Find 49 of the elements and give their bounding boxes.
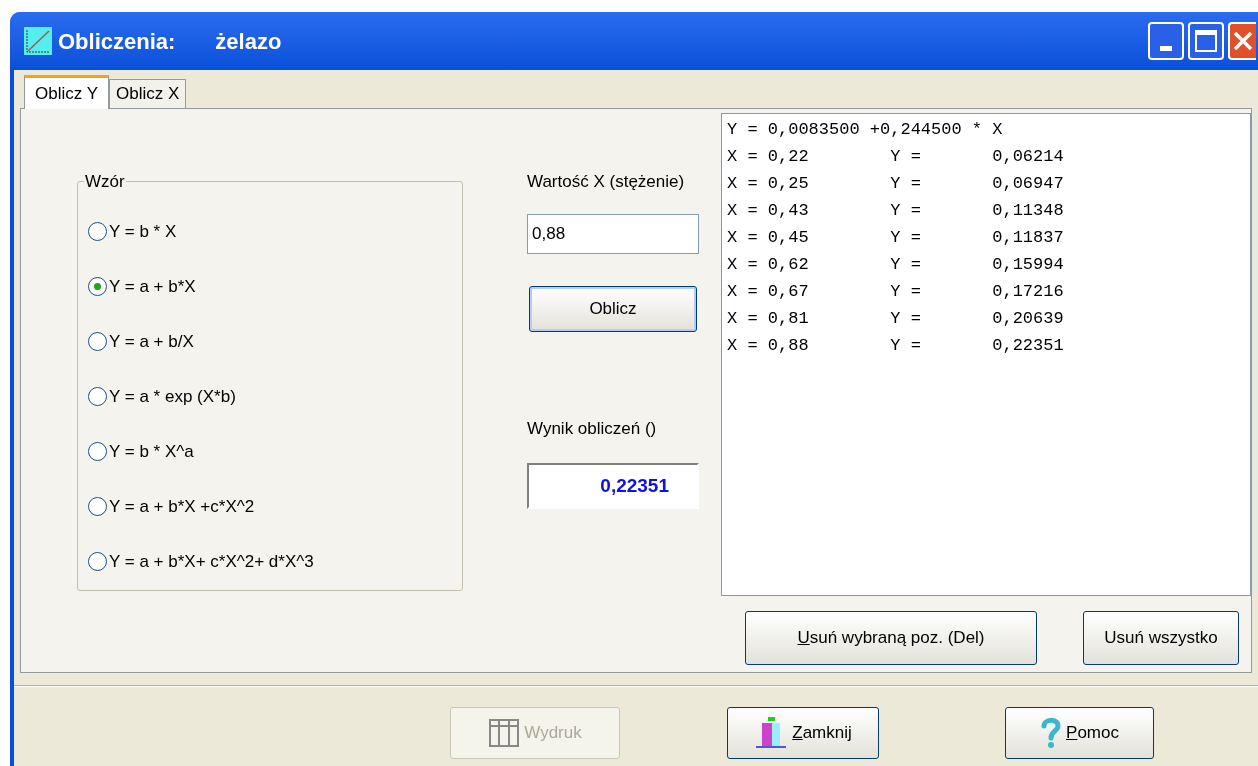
- list-item[interactable]: X = 0,62 Y = 0,15994: [727, 251, 1250, 278]
- list-item[interactable]: X = 0,25 Y = 0,06947: [727, 170, 1250, 197]
- tab[interactable]: Oblicz Y: [24, 75, 109, 109]
- window-title: Obliczenia:: [58, 27, 176, 56]
- results-list[interactable]: Y = 0,0083500 +0,244500 * X X = 0,22 Y = 0,06214 X = 0,25 Y = 0,06947 X = 0,43 Y = 0,11348 X = 0,45 Y = 0,11837 X = 0,62 Y = 0,15994 X = 0,67 Y = 0,17216 X = 0,81 Y = 0,20639 X = 0,88 Y = 0,22351: [721, 113, 1251, 596]
- footer-button: Wydruk: [450, 707, 620, 759]
- footer-button[interactable]: Zamknij: [727, 707, 879, 759]
- delete-button[interactable]: Usuń wybraną poz. (Del): [745, 611, 1037, 665]
- result-field: 0,22351: [527, 463, 699, 509]
- radio-button[interactable]: [88, 442, 107, 461]
- radio-option[interactable]: Y = a + b*X +c*X^2: [88, 493, 452, 520]
- minimize-button[interactable]: [1148, 22, 1184, 60]
- radio-option[interactable]: Y = b * X^a: [88, 438, 452, 465]
- close-button[interactable]: [1228, 22, 1256, 60]
- list-item[interactable]: X = 0,67 Y = 0,17216: [727, 278, 1250, 305]
- group-title: Wzór: [84, 171, 126, 193]
- calculate-button[interactable]: Oblicz: [529, 285, 697, 332]
- radio-button[interactable]: [88, 497, 107, 516]
- footer-button[interactable]: Pomoc: [1005, 707, 1154, 759]
- list-item[interactable]: Y = 0,0083500 +0,244500 * X: [727, 116, 1250, 143]
- radio-option[interactable]: Y = b * X: [88, 218, 452, 245]
- list-item[interactable]: X = 0,45 Y = 0,11837: [727, 224, 1250, 251]
- radio-button[interactable]: [88, 332, 107, 351]
- x-value-field[interactable]: 0,88: [527, 213, 699, 254]
- result-label: Wynik obliczeń (): [527, 417, 657, 440]
- radio-option[interactable]: Y = a * exp (X*b): [88, 383, 452, 410]
- radio-option[interactable]: Y = a + b*X: [88, 273, 452, 300]
- table-icon: [488, 717, 521, 749]
- radio-option[interactable]: Y = a + b*X+ c*X^2+ d*X^3: [88, 548, 452, 575]
- radio-button[interactable]: [88, 552, 107, 571]
- list-item[interactable]: X = 0,81 Y = 0,20639: [727, 305, 1250, 332]
- minimize-icon: [1160, 46, 1172, 51]
- tab[interactable]: Oblicz X: [109, 79, 187, 108]
- radio-button[interactable]: [88, 222, 107, 241]
- close-icon: [1233, 31, 1253, 51]
- list-item[interactable]: X = 0,22 Y = 0,06214: [727, 143, 1250, 170]
- chart-line-icon: [24, 27, 52, 55]
- list-item[interactable]: X = 0,43 Y = 0,11348: [727, 197, 1250, 224]
- maximize-icon: [1195, 30, 1217, 52]
- radio-button[interactable]: [88, 277, 107, 296]
- door-icon: [754, 716, 789, 750]
- maximize-button[interactable]: [1188, 22, 1224, 60]
- field-label: Wartość X (stężenie): [527, 171, 685, 193]
- radio-button[interactable]: [88, 387, 107, 406]
- delete-button[interactable]: Usuń wszystko: [1083, 611, 1239, 665]
- radio-option[interactable]: Y = a + b/X: [88, 328, 452, 355]
- question-mark-icon: [1040, 717, 1063, 749]
- window-subtitle: żelazo: [215, 27, 282, 56]
- list-item[interactable]: X = 0,88 Y = 0,22351: [727, 332, 1250, 359]
